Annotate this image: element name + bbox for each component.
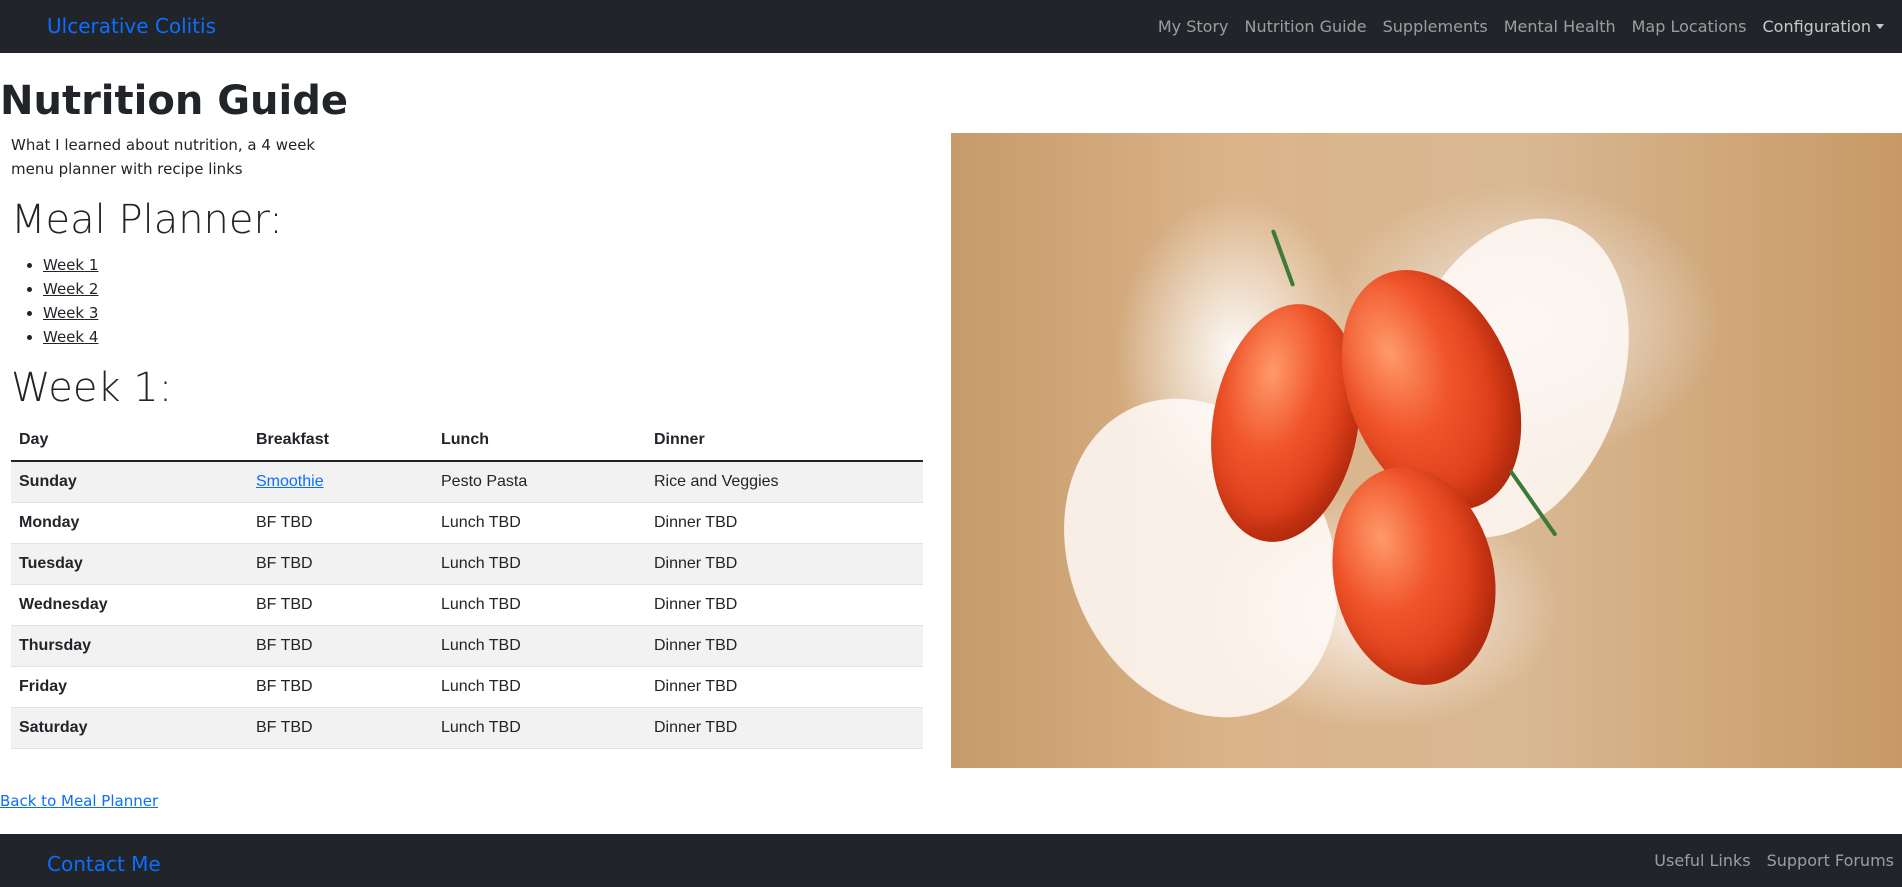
lunch-cell: Lunch TBD (433, 502, 646, 544)
nav-dropdown-configuration[interactable]: Configuration (1754, 17, 1892, 36)
table-row: Friday BF TBD Lunch TBD Dinner TBD (11, 666, 923, 708)
nav-link-mental-health[interactable]: Mental Health (1496, 17, 1624, 36)
nav-link-nutrition-guide[interactable]: Nutrition Guide (1236, 17, 1374, 36)
day-cell: Tuesday (11, 543, 248, 585)
week-1-link[interactable]: Week 1 (43, 256, 98, 274)
dinner-cell: Dinner TBD (646, 502, 923, 544)
dinner-cell: Dinner TBD (646, 584, 923, 626)
dinner-cell: Dinner TBD (646, 543, 923, 585)
week-list: Week 1 Week 2 Week 3 Week 4 (43, 253, 98, 349)
nav-link-my-story[interactable]: My Story (1150, 17, 1237, 36)
breakfast-cell: BF TBD (248, 707, 433, 749)
page-title: Nutrition Guide (0, 78, 349, 124)
column-header-dinner: Dinner (646, 420, 923, 462)
day-cell: Wednesday (11, 584, 248, 626)
day-cell: Friday (11, 666, 248, 708)
table-row: Saturday BF TBD Lunch TBD Dinner TBD (11, 707, 923, 749)
nav-links: My Story Nutrition Guide Supplements Men… (1150, 0, 1892, 53)
table-row: Wednesday BF TBD Lunch TBD Dinner TBD (11, 584, 923, 626)
list-item: Week 3 (43, 301, 98, 325)
table-row: Monday BF TBD Lunch TBD Dinner TBD (11, 502, 923, 544)
list-item: Week 4 (43, 325, 98, 349)
table-row: Sunday Smoothie Pesto Pasta Rice and Veg… (11, 461, 923, 503)
navbar-brand[interactable]: Ulcerative Colitis (47, 14, 216, 38)
caret-down-icon (1876, 24, 1884, 29)
lunch-cell: Lunch TBD (433, 666, 646, 708)
week-2-link[interactable]: Week 2 (43, 280, 98, 298)
week-4-link[interactable]: Week 4 (43, 328, 98, 346)
nav-dropdown-label: Configuration (1762, 17, 1871, 36)
day-cell: Sunday (11, 461, 248, 503)
meal-planner-heading: Meal Planner: (11, 197, 283, 243)
tomatoes-in-hands-image (951, 133, 1902, 768)
nav-link-map-locations[interactable]: Map Locations (1624, 17, 1755, 36)
column-header-breakfast: Breakfast (248, 420, 433, 462)
lunch-cell: Lunch TBD (433, 625, 646, 667)
day-cell: Saturday (11, 707, 248, 749)
column-header-day: Day (11, 420, 248, 462)
back-to-meal-planner-link[interactable]: Back to Meal Planner (0, 792, 158, 810)
lunch-cell: Pesto Pasta (433, 461, 646, 503)
top-navbar: Ulcerative Colitis My Story Nutrition Gu… (0, 0, 1902, 53)
intro-text: What I learned about nutrition, a 4 week… (11, 136, 316, 178)
day-cell: Thursday (11, 625, 248, 667)
footer-support-forums[interactable]: Support Forums (1759, 851, 1902, 870)
tomato-stem-shape (1270, 229, 1296, 287)
breakfast-cell: Smoothie (248, 461, 433, 503)
list-item: Week 2 (43, 277, 98, 301)
table-header-row: Day Breakfast Lunch Dinner (11, 420, 923, 462)
breakfast-cell: BF TBD (248, 502, 433, 544)
list-item: Week 1 (43, 253, 98, 277)
footer-links: Useful Links Support Forums (1646, 834, 1902, 887)
table-row: Thursday BF TBD Lunch TBD Dinner TBD (11, 625, 923, 667)
smoothie-recipe-link[interactable]: Smoothie (256, 473, 324, 490)
lunch-cell: Lunch TBD (433, 707, 646, 749)
table-row: Tuesday BF TBD Lunch TBD Dinner TBD (11, 543, 923, 585)
column-header-lunch: Lunch (433, 420, 646, 462)
dinner-cell: Rice and Veggies (646, 461, 923, 503)
breakfast-cell: BF TBD (248, 666, 433, 708)
dinner-cell: Dinner TBD (646, 707, 923, 749)
lunch-cell: Lunch TBD (433, 543, 646, 585)
footer: Contact Me Useful Links Support Forums (0, 834, 1902, 887)
week-3-link[interactable]: Week 3 (43, 304, 98, 322)
nav-link-supplements[interactable]: Supplements (1375, 17, 1496, 36)
dinner-cell: Dinner TBD (646, 625, 923, 667)
footer-contact-link[interactable]: Contact Me (47, 852, 161, 876)
meal-table: Day Breakfast Lunch Dinner Sunday Smooth… (11, 420, 923, 749)
breakfast-cell: BF TBD (248, 543, 433, 585)
breakfast-cell: BF TBD (248, 584, 433, 626)
lunch-cell: Lunch TBD (433, 584, 646, 626)
day-cell: Monday (11, 502, 248, 544)
week-heading: Week 1: (11, 365, 173, 411)
footer-useful-links[interactable]: Useful Links (1646, 851, 1758, 870)
breakfast-cell: BF TBD (248, 625, 433, 667)
dinner-cell: Dinner TBD (646, 666, 923, 708)
